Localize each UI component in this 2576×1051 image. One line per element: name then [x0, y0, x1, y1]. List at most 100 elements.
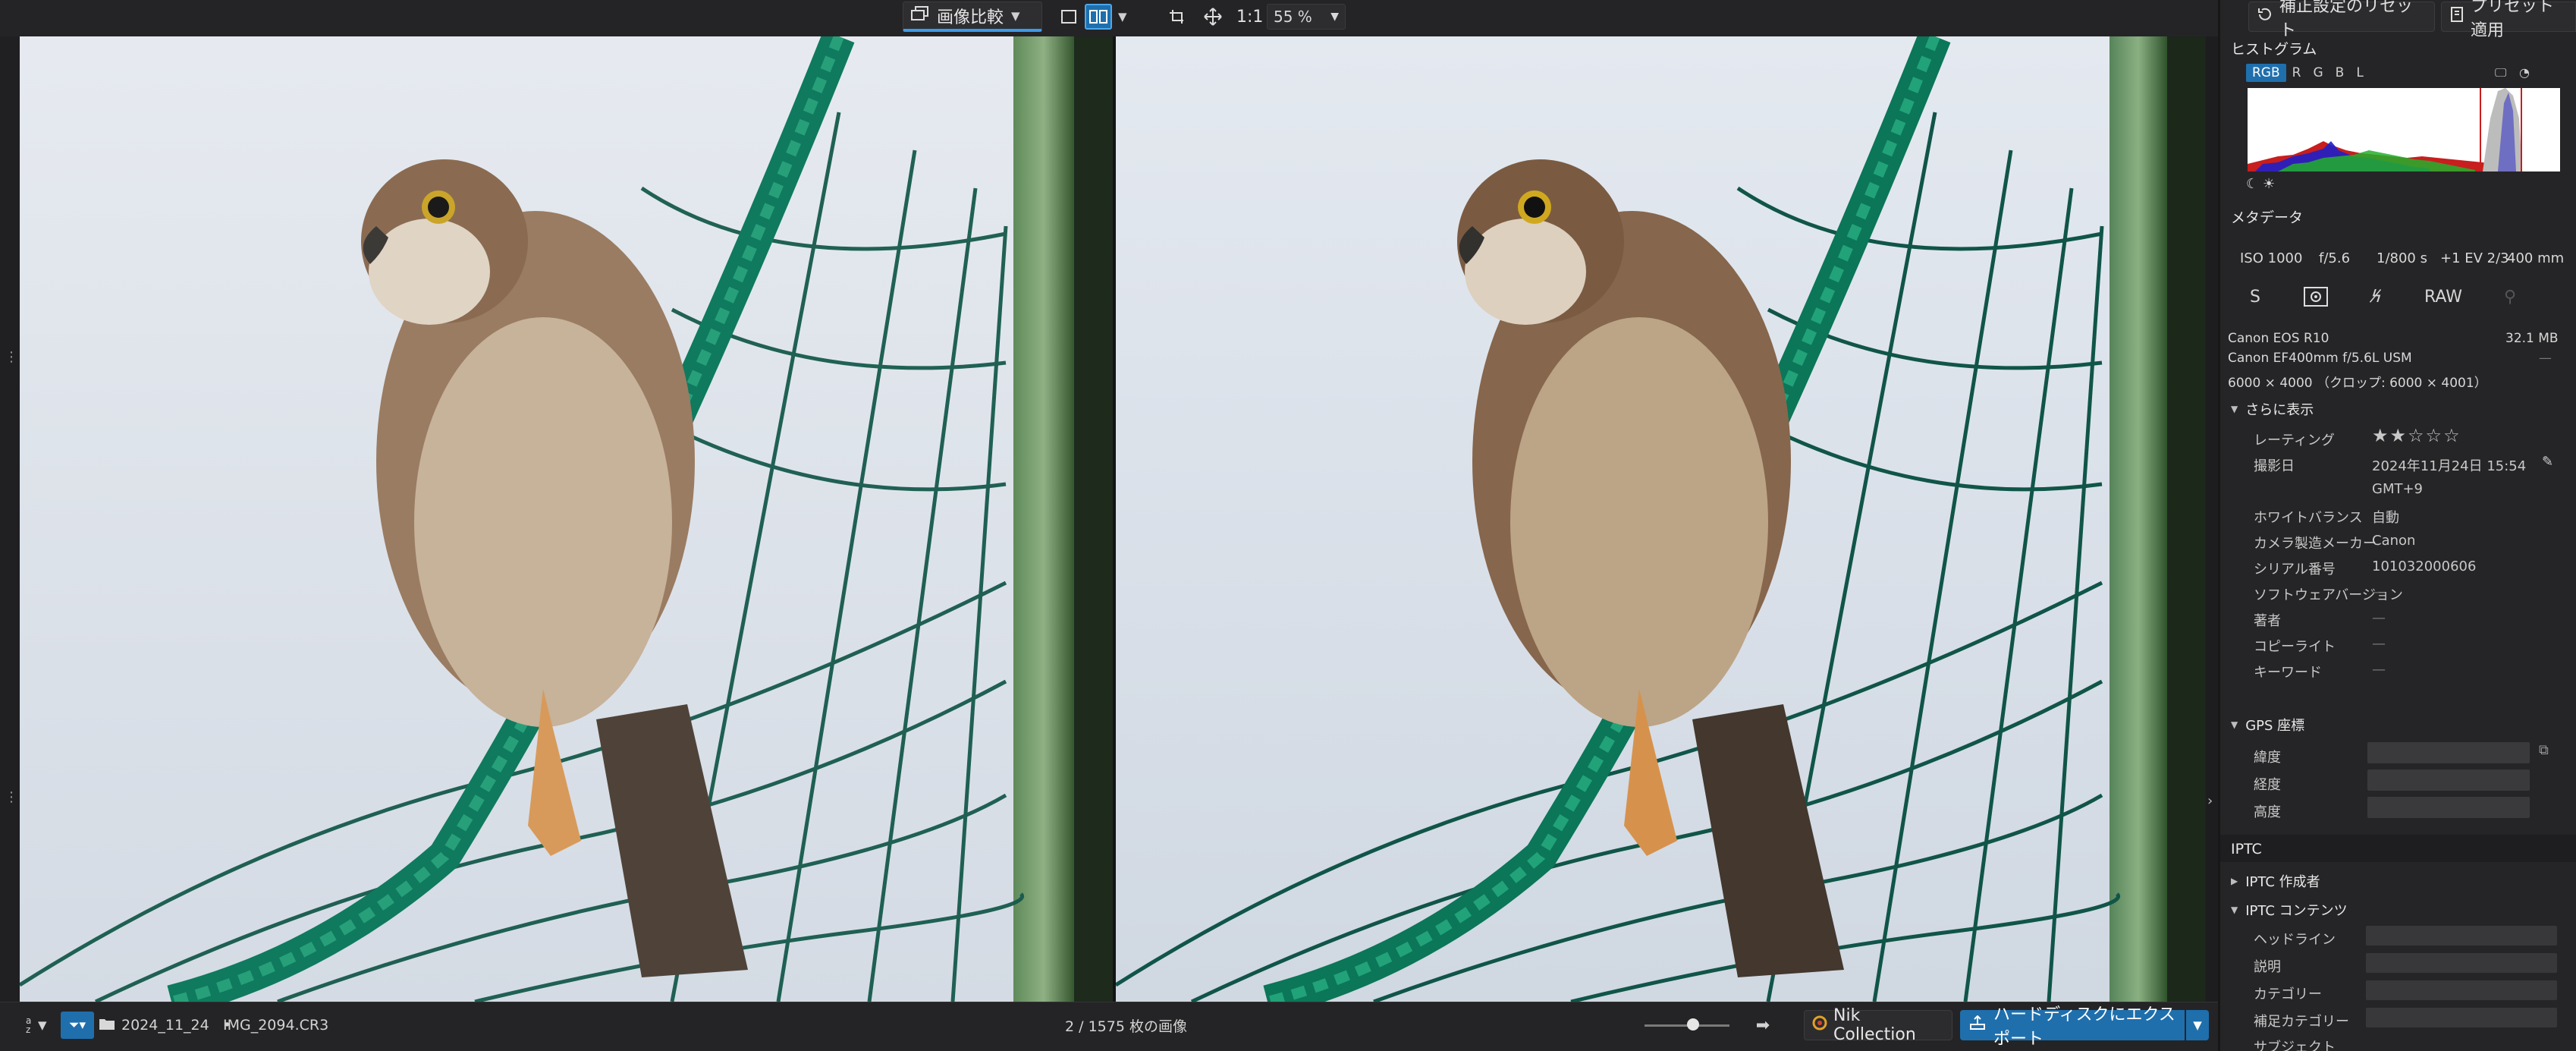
panel-scroll-handle[interactable]: ⋮ — [2571, 728, 2576, 743]
chevron-right-icon[interactable]: › — [2207, 793, 2213, 809]
highlight-clip-icon[interactable]: ☀ — [2263, 176, 2275, 192]
flash-off-icon: ϟ̸ — [2370, 287, 2383, 307]
exif-focal-length: 400 mm — [2507, 250, 2565, 266]
supplemental-category-field[interactable] — [2366, 1008, 2557, 1027]
edit-pencil-icon[interactable]: ✎ — [2542, 454, 2553, 470]
iptc-creator-toggle[interactable]: ▶ IPTC 作成者 — [2231, 871, 2320, 891]
zoom-value: 55 % — [1274, 8, 1312, 26]
chevron-down-icon[interactable]: ▼ — [1011, 9, 1020, 23]
send-to-button[interactable]: ➡ — [1749, 1002, 1776, 1048]
altitude-label: 高度 — [2254, 804, 2281, 820]
export-to-disk-button[interactable]: ハードディスクにエクスポート — [1960, 1005, 2185, 1049]
triangle-down-icon: ▼ — [2231, 719, 2238, 730]
folder-breadcrumb[interactable]: 2024_11_24 • — [99, 1002, 231, 1048]
slider-handle[interactable] — [1687, 1018, 1699, 1031]
altitude-field[interactable] — [2367, 797, 2530, 818]
serial-number-value: 101032000606 — [2372, 559, 2477, 574]
iptc-creator-label: IPTC 作成者 — [2245, 874, 2320, 890]
nik-collection-button[interactable]: Nik Collection — [1804, 1006, 1952, 1044]
chevron-down-icon: ▼ — [1330, 11, 1339, 23]
chevron-down-icon: ▼ — [1118, 10, 1127, 24]
rating-label: レーティング — [2254, 433, 2335, 448]
capture-date-value: 2024年11月24日 15:54 — [2372, 458, 2527, 474]
copy-coordinates-icon[interactable]: ⧉ — [2539, 742, 2549, 758]
tab-r[interactable]: R — [2286, 64, 2307, 82]
image-dimensions: 6000 × 4000 （クロップ: 6000 × 4001） — [2228, 376, 2487, 391]
lens-model: Canon EF400mm f/5.6L USM — [2228, 351, 2412, 366]
metadata-title: メタデータ — [2231, 209, 2304, 226]
shadow-clip-icon[interactable]: ☾ — [2246, 176, 2258, 192]
thumbnail-size-slider[interactable] — [1645, 1002, 1729, 1048]
headline-field[interactable] — [2366, 926, 2557, 946]
export-options-dropdown[interactable]: ▼ — [2186, 1010, 2209, 1040]
gps-title: GPS 座標 — [2245, 718, 2305, 734]
slider-track[interactable] — [1645, 1018, 1729, 1031]
arrow-right-icon: ➡ — [1755, 1015, 1770, 1035]
headline-label: ヘッドライン — [2254, 932, 2336, 948]
compare-label: 画像比較 — [937, 8, 1004, 27]
histogram — [2248, 88, 2560, 171]
triangle-down-icon: ▼ — [2231, 404, 2238, 414]
copyright-value: — — [2372, 636, 2386, 652]
filmstrip-handle[interactable]: ⋮ — [5, 791, 18, 804]
shutter-priority-mode: S — [2250, 287, 2260, 307]
latitude-label: 緯度 — [2254, 750, 2281, 766]
supplemental-category-label: 補足カテゴリー — [2254, 1014, 2349, 1030]
reset-corrections-button[interactable]: 補正設定のリセット — [2248, 0, 2435, 40]
left-panel-handle[interactable]: ⋮ — [5, 351, 18, 364]
monitor-icon[interactable]: 🖵 — [2495, 65, 2506, 80]
zoom-select[interactable]: 55 % ▼ — [1267, 4, 1346, 30]
export-disk-icon — [1969, 1015, 1986, 1035]
zoom-100-button[interactable]: 1:1 — [1236, 0, 1267, 33]
tab-g[interactable]: G — [2307, 64, 2329, 82]
filter-button[interactable]: ⏷▾ — [61, 1012, 94, 1039]
apply-preset-button[interactable]: プリセット適用 — [2441, 0, 2576, 40]
show-more-label: さらに表示 — [2245, 402, 2314, 418]
compare-images-button[interactable]: 画像比較 ▼ — [903, 2, 1042, 32]
category-field[interactable] — [2366, 980, 2557, 1000]
exif-shutter: 1/800 s — [2377, 250, 2427, 266]
iptc-header-bar — [2220, 835, 2576, 862]
sort-az-icon: a z — [26, 1015, 32, 1035]
split-view-button[interactable] — [1085, 4, 1112, 30]
crop-button[interactable] — [1168, 0, 1194, 33]
description-field[interactable] — [2366, 953, 2557, 973]
description-label: 説明 — [2254, 959, 2281, 975]
white-balance-value: 自動 — [2372, 510, 2399, 526]
nik-logo-icon — [1812, 1015, 1827, 1035]
file-name: IMG_2094.CR3 — [223, 1017, 329, 1034]
camera-maker-label: カメラ製造メーカー — [2254, 536, 2377, 552]
single-view-button[interactable] — [1060, 0, 1082, 33]
tab-l[interactable]: L — [2350, 64, 2369, 82]
latitude-field[interactable] — [2367, 742, 2530, 763]
capture-date-label: 撮影日 — [2254, 458, 2295, 474]
white-balance-label: ホワイトバランス — [2254, 510, 2363, 526]
rating-stars[interactable]: ★★☆☆☆ — [2372, 425, 2461, 446]
gps-section-toggle[interactable]: ▼ GPS 座標 — [2231, 715, 2304, 735]
iptc-content-label: IPTC コンテンツ — [2245, 903, 2348, 919]
right-gutter — [2206, 36, 2218, 1002]
right-panel: 補正設定のリセット プリセット適用 ヒストグラム RGB R G B L 🖵 ◔… — [2218, 0, 2576, 1051]
longitude-field[interactable] — [2367, 769, 2530, 791]
image-before[interactable] — [20, 36, 1113, 1002]
clipping-icon[interactable]: ◔ — [2519, 65, 2530, 80]
sort-button[interactable]: a z ▼ — [26, 1002, 56, 1048]
exif-exposure: +1 EV 2/3 — [2440, 250, 2509, 266]
gps-off-icon: ⚲ — [2503, 287, 2517, 307]
pan-button[interactable] — [1203, 0, 1229, 33]
tab-rgb[interactable]: RGB — [2246, 64, 2286, 82]
metering-icon — [2292, 284, 2340, 310]
nik-collection-label: Nik Collection — [1833, 1006, 1916, 1044]
view-mode-dropdown[interactable]: ▼ — [1118, 0, 1130, 33]
keywords-value: — — [2372, 662, 2386, 678]
histogram-channel-tabs: RGB R G B L — [2246, 64, 2370, 82]
exif-aperture: f/5.6 — [2319, 250, 2351, 266]
iptc-content-toggle[interactable]: ▼ IPTC コンテンツ — [2231, 900, 2348, 920]
longitude-label: 経度 — [2254, 777, 2281, 793]
image-after[interactable] — [1116, 36, 2206, 1002]
show-more-toggle[interactable]: ▼ さらに表示 — [2231, 399, 2314, 419]
preset-icon — [2449, 6, 2464, 27]
move-icon — [1204, 8, 1222, 26]
camera-maker-value: Canon — [2372, 533, 2416, 549]
tab-b[interactable]: B — [2329, 64, 2351, 82]
